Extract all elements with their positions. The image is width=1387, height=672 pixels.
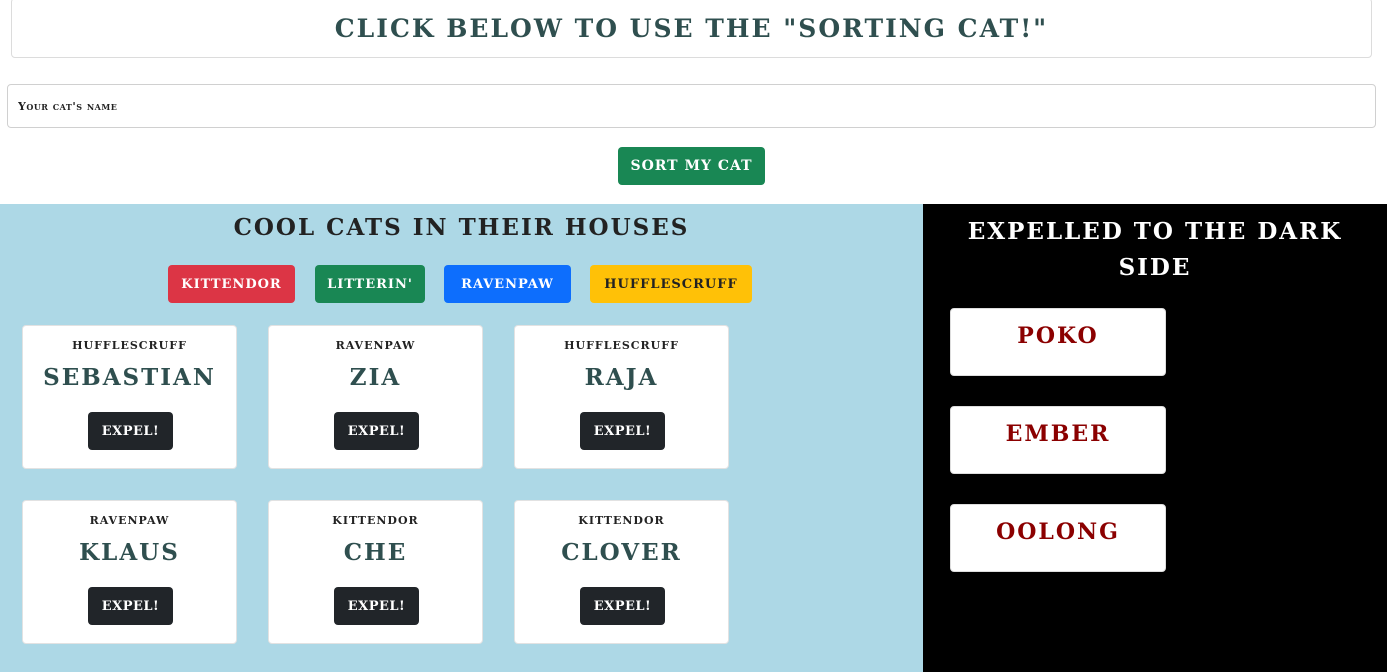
filter-kittendor-button[interactable]: Kittendor: [168, 265, 295, 303]
expel-button[interactable]: Expel!: [334, 412, 419, 450]
houses-panel: Cool cats in their houses Kittendor Litt…: [0, 204, 923, 672]
expelled-cat-name: Poko: [1017, 323, 1099, 349]
expelled-title: Expelled to the dark side: [967, 218, 1343, 281]
expel-button[interactable]: Expel!: [580, 412, 665, 450]
cat-house: Ravenpaw: [89, 514, 170, 527]
cat-name: Clover: [561, 539, 682, 566]
cat-house: Kittendor: [578, 514, 665, 527]
cat-house: Hufflescruff: [72, 339, 187, 352]
expel-button[interactable]: Expel!: [580, 587, 665, 625]
banner-title: Click below to use the "Sorting Cat!": [334, 13, 1049, 43]
expelled-cat-name: Oolong: [996, 519, 1120, 545]
expel-button[interactable]: Expel!: [88, 412, 173, 450]
houses-title: Cool cats in their houses: [233, 214, 690, 241]
cat-house: Hufflescruff: [564, 339, 679, 352]
sorting-banner: Click below to use the "Sorting Cat!": [11, 0, 1372, 58]
expelled-cat-card: Ember: [950, 406, 1166, 474]
cat-name-input[interactable]: [7, 84, 1376, 128]
expelled-cat-name: Ember: [1005, 421, 1111, 447]
cat-card: Hufflescruff Sebastian Expel!: [22, 325, 237, 469]
expel-button[interactable]: Expel!: [334, 587, 419, 625]
expel-button[interactable]: Expel!: [88, 587, 173, 625]
cat-name: Sebastian: [43, 364, 216, 391]
cat-card: Kittendor Clover Expel!: [514, 500, 729, 644]
cat-card: Ravenpaw Klaus Expel!: [22, 500, 237, 644]
cat-name: Zia: [349, 364, 402, 391]
filter-litterin-button[interactable]: Litterin': [315, 265, 425, 303]
cat-name: Che: [343, 539, 408, 566]
cat-house: Ravenpaw: [335, 339, 416, 352]
expelled-panel: Expelled to the dark side Poko Ember Ool…: [923, 204, 1387, 672]
expelled-cat-card: Oolong: [950, 504, 1166, 572]
filter-hufflescruff-button[interactable]: Hufflescruff: [590, 265, 752, 303]
sort-my-cat-button[interactable]: Sort my cat: [618, 147, 765, 185]
cat-card: Hufflescruff Raja Expel!: [514, 325, 729, 469]
cat-name: Raja: [584, 364, 659, 391]
cat-name: Klaus: [79, 539, 180, 566]
cat-card: Kittendor Che Expel!: [268, 500, 483, 644]
filter-ravenpaw-button[interactable]: Ravenpaw: [444, 265, 571, 303]
expelled-cat-card: Poko: [950, 308, 1166, 376]
cat-card: Ravenpaw Zia Expel!: [268, 325, 483, 469]
cat-house: Kittendor: [332, 514, 419, 527]
